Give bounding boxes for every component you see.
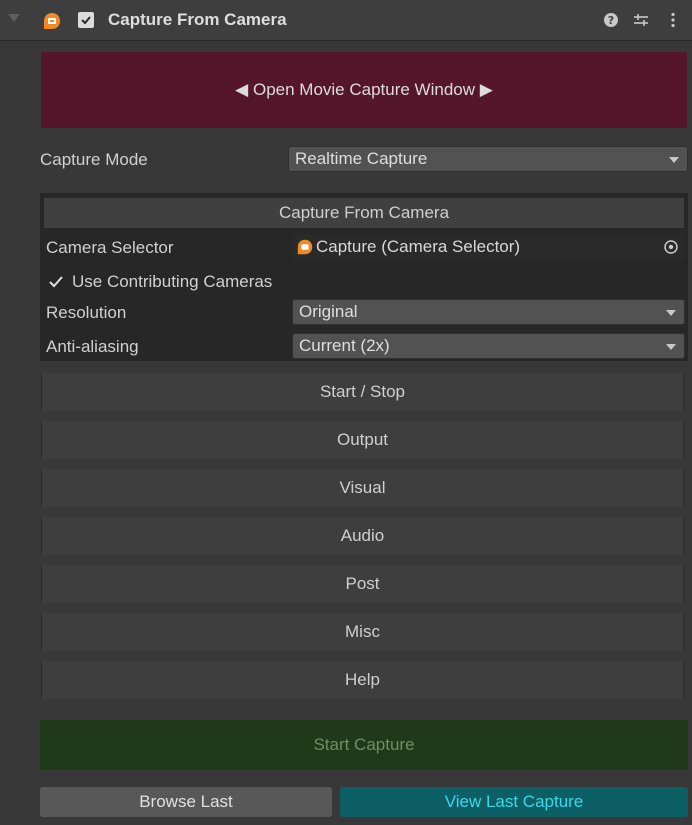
section-post[interactable]: Post xyxy=(41,565,684,603)
section-output[interactable]: Output xyxy=(41,421,684,459)
component-header[interactable]: Capture From Camera ? xyxy=(0,0,692,41)
chevron-down-icon xyxy=(669,157,679,163)
preset-icon[interactable] xyxy=(632,11,650,29)
open-window-label: ◀ Open Movie Capture Window ▶ xyxy=(235,80,493,99)
chevron-down-icon xyxy=(666,310,676,316)
component-enabled-checkbox[interactable] xyxy=(78,12,94,28)
section-label: Visual xyxy=(339,478,386,497)
section-label: Audio xyxy=(340,526,385,545)
capture-mode-dropdown[interactable]: Realtime Capture xyxy=(288,146,688,172)
section-visual[interactable]: Visual xyxy=(41,469,684,507)
resolution-dropdown[interactable]: Original xyxy=(292,299,685,325)
capture-mode-value: Realtime Capture xyxy=(295,149,428,168)
help-icon[interactable]: ? xyxy=(602,11,620,29)
section-label: Start / Stop xyxy=(319,382,406,401)
anti-aliasing-label: Anti-aliasing xyxy=(46,337,139,356)
foldout-arrow-icon[interactable] xyxy=(8,14,20,22)
use-contributing-cameras-checkbox[interactable] xyxy=(48,274,64,290)
anti-aliasing-value: Current (2x) xyxy=(299,336,390,355)
resolution-value: Original xyxy=(299,302,358,321)
open-movie-capture-window-button[interactable]: ◀ Open Movie Capture Window ▶ xyxy=(41,52,687,128)
view-last-capture-button[interactable]: View Last Capture xyxy=(340,787,688,817)
section-label: Help xyxy=(345,670,380,689)
camera-selector-label: Camera Selector xyxy=(46,238,174,257)
anti-aliasing-dropdown[interactable]: Current (2x) xyxy=(292,333,685,359)
capture-from-camera-inspector: Capture From Camera ? ◀ Open Movie Captu… xyxy=(0,0,692,825)
capture-component-icon xyxy=(297,239,313,255)
svg-text:?: ? xyxy=(608,14,614,27)
section-label: Post xyxy=(345,574,380,593)
object-picker-icon[interactable] xyxy=(663,239,679,255)
section-start-stop[interactable]: Start / Stop xyxy=(41,373,684,411)
checkmark-icon xyxy=(81,16,91,25)
start-capture-button[interactable]: Start Capture xyxy=(40,720,688,770)
component-title: Capture From Camera xyxy=(108,10,287,29)
section-label: Misc xyxy=(345,622,380,641)
camera-selector-value: Capture (Camera Selector) xyxy=(316,237,521,256)
section-misc[interactable]: Misc xyxy=(41,613,684,651)
browse-last-label: Browse Last xyxy=(139,792,233,811)
start-capture-label: Start Capture xyxy=(313,735,415,754)
chevron-down-icon xyxy=(666,344,676,350)
browse-last-button[interactable]: Browse Last xyxy=(40,787,332,817)
resolution-label: Resolution xyxy=(46,303,127,322)
view-last-capture-label: View Last Capture xyxy=(444,792,584,811)
section-help[interactable]: Help xyxy=(41,661,684,699)
camera-selector-field[interactable]: Capture (Camera Selector) xyxy=(292,234,685,260)
section-label: Output xyxy=(336,430,389,449)
use-contributing-cameras-label: Use Contributing Cameras xyxy=(72,272,273,291)
section-audio[interactable]: Audio xyxy=(41,517,684,555)
kebab-menu-icon[interactable] xyxy=(664,11,682,29)
capture-mode-label: Capture Mode xyxy=(40,150,148,169)
capture-component-icon xyxy=(44,13,60,29)
camera-section-header: Capture From Camera xyxy=(44,198,684,228)
camera-section-title: Capture From Camera xyxy=(278,203,450,222)
